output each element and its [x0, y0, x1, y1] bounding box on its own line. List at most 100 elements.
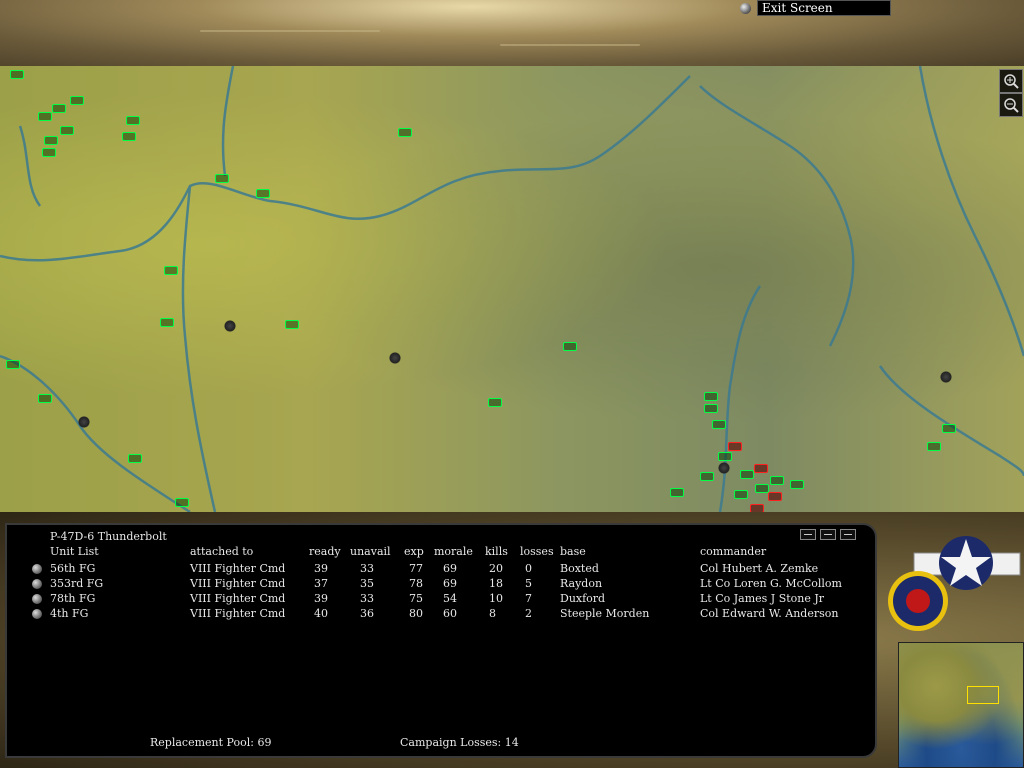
friendly-unit-marker[interactable]: [122, 132, 136, 141]
exit-screen-control[interactable]: Exit Screen: [740, 0, 891, 16]
unit-select-button[interactable]: [32, 594, 42, 604]
unit-ready: 40: [314, 607, 328, 620]
friendly-unit-marker[interactable]: [256, 189, 270, 198]
unit-name[interactable]: 78th FG: [50, 592, 95, 605]
friendly-unit-marker[interactable]: [10, 70, 24, 79]
col-header-exp[interactable]: exp: [404, 545, 424, 558]
minimize-panel-button[interactable]: [800, 529, 816, 540]
zoom-out-icon: [1004, 98, 1019, 113]
friendly-unit-marker[interactable]: [70, 96, 84, 105]
col-header-unit-list[interactable]: Unit List: [50, 545, 99, 558]
col-header-ready[interactable]: ready: [309, 545, 341, 558]
unit-attached-to: VIII Fighter Cmd: [190, 592, 286, 605]
unit-unavail: 35: [360, 577, 374, 590]
unit-morale: 60: [443, 607, 457, 620]
unit-unavail: 33: [360, 562, 374, 575]
unit-ready: 39: [314, 592, 328, 605]
unit-base: Duxford: [560, 592, 606, 605]
zoom-in-button[interactable]: [999, 69, 1023, 93]
town-marker[interactable]: [389, 352, 401, 364]
friendly-unit-marker[interactable]: [126, 116, 140, 125]
friendly-unit-marker[interactable]: [38, 394, 52, 403]
unit-losses: 7: [525, 592, 532, 605]
friendly-unit-marker[interactable]: [755, 484, 769, 493]
friendly-unit-marker[interactable]: [700, 472, 714, 481]
friendly-unit-marker[interactable]: [285, 320, 299, 329]
unit-name[interactable]: 56th FG: [50, 562, 95, 575]
unit-base: Steeple Morden: [560, 607, 650, 620]
unit-name[interactable]: 4th FG: [50, 607, 88, 620]
unit-exp: 80: [409, 607, 423, 620]
friendly-unit-marker[interactable]: [175, 498, 189, 507]
friendly-unit-marker[interactable]: [164, 266, 178, 275]
texture-streak: [200, 30, 380, 32]
enemy-unit-marker[interactable]: [750, 504, 764, 512]
col-header-unavail[interactable]: unavail: [350, 545, 391, 558]
raf-roundel-icon: [888, 571, 948, 631]
texture-streak: [500, 44, 640, 46]
replacement-pool: Replacement Pool: 69: [150, 736, 272, 749]
friendly-unit-marker[interactable]: [770, 476, 784, 485]
col-header-commander[interactable]: commander: [700, 545, 766, 558]
col-header-base[interactable]: base: [560, 545, 586, 558]
friendly-unit-marker[interactable]: [718, 452, 732, 461]
enemy-unit-marker[interactable]: [768, 492, 782, 501]
town-marker[interactable]: [718, 462, 730, 474]
maximize-panel-button[interactable]: [840, 529, 856, 540]
friendly-unit-marker[interactable]: [704, 392, 718, 401]
strategic-map[interactable]: [0, 66, 1024, 512]
unit-commander: Lt Co James J Stone Jr: [700, 592, 825, 605]
map-rivers: [0, 66, 1024, 512]
top-bar: Exit Screen: [0, 0, 1024, 66]
unit-name[interactable]: 353rd FG: [50, 577, 103, 590]
friendly-unit-marker[interactable]: [128, 454, 142, 463]
friendly-unit-marker[interactable]: [563, 342, 577, 351]
unit-exp: 78: [409, 577, 423, 590]
restore-panel-button[interactable]: [820, 529, 836, 540]
unit-select-button[interactable]: [32, 564, 42, 574]
friendly-unit-marker[interactable]: [712, 420, 726, 429]
col-header-attached-to[interactable]: attached to: [190, 545, 253, 558]
town-marker[interactable]: [940, 371, 952, 383]
overview-minimap[interactable]: [898, 642, 1024, 768]
col-header-losses[interactable]: losses: [520, 545, 554, 558]
town-marker[interactable]: [78, 416, 90, 428]
unit-base: Raydon: [560, 577, 603, 590]
zoom-in-icon: [1004, 74, 1019, 89]
enemy-unit-marker[interactable]: [754, 464, 768, 473]
unit-kills: 10: [489, 592, 503, 605]
friendly-unit-marker[interactable]: [790, 480, 804, 489]
zoom-out-button[interactable]: [999, 93, 1023, 117]
friendly-unit-marker[interactable]: [927, 442, 941, 451]
unit-morale: 69: [443, 562, 457, 575]
unit-select-button[interactable]: [32, 609, 42, 619]
col-header-morale[interactable]: morale: [434, 545, 473, 558]
friendly-unit-marker[interactable]: [38, 112, 52, 121]
col-header-kills[interactable]: kills: [485, 545, 508, 558]
friendly-unit-marker[interactable]: [52, 104, 66, 113]
friendly-unit-marker[interactable]: [398, 128, 412, 137]
friendly-unit-marker[interactable]: [6, 360, 20, 369]
enemy-unit-marker[interactable]: [728, 442, 742, 451]
friendly-unit-marker[interactable]: [704, 404, 718, 413]
campaign-losses: Campaign Losses: 14: [400, 736, 519, 749]
unit-kills: 18: [489, 577, 503, 590]
friendly-unit-marker[interactable]: [734, 490, 748, 499]
unit-ready: 39: [314, 562, 328, 575]
friendly-unit-marker[interactable]: [60, 126, 74, 135]
unit-unavail: 36: [360, 607, 374, 620]
unit-select-button[interactable]: [32, 579, 42, 589]
minimap-view-rectangle[interactable]: [967, 686, 999, 704]
friendly-unit-marker[interactable]: [942, 424, 956, 433]
unit-commander: Col Hubert A. Zemke: [700, 562, 819, 575]
town-marker[interactable]: [224, 320, 236, 332]
exit-screen-button[interactable]: Exit Screen: [757, 0, 891, 16]
friendly-unit-marker[interactable]: [670, 488, 684, 497]
friendly-unit-marker[interactable]: [488, 398, 502, 407]
friendly-unit-marker[interactable]: [160, 318, 174, 327]
unit-morale: 54: [443, 592, 457, 605]
friendly-unit-marker[interactable]: [215, 174, 229, 183]
friendly-unit-marker[interactable]: [42, 148, 56, 157]
friendly-unit-marker[interactable]: [740, 470, 754, 479]
friendly-unit-marker[interactable]: [44, 136, 58, 145]
